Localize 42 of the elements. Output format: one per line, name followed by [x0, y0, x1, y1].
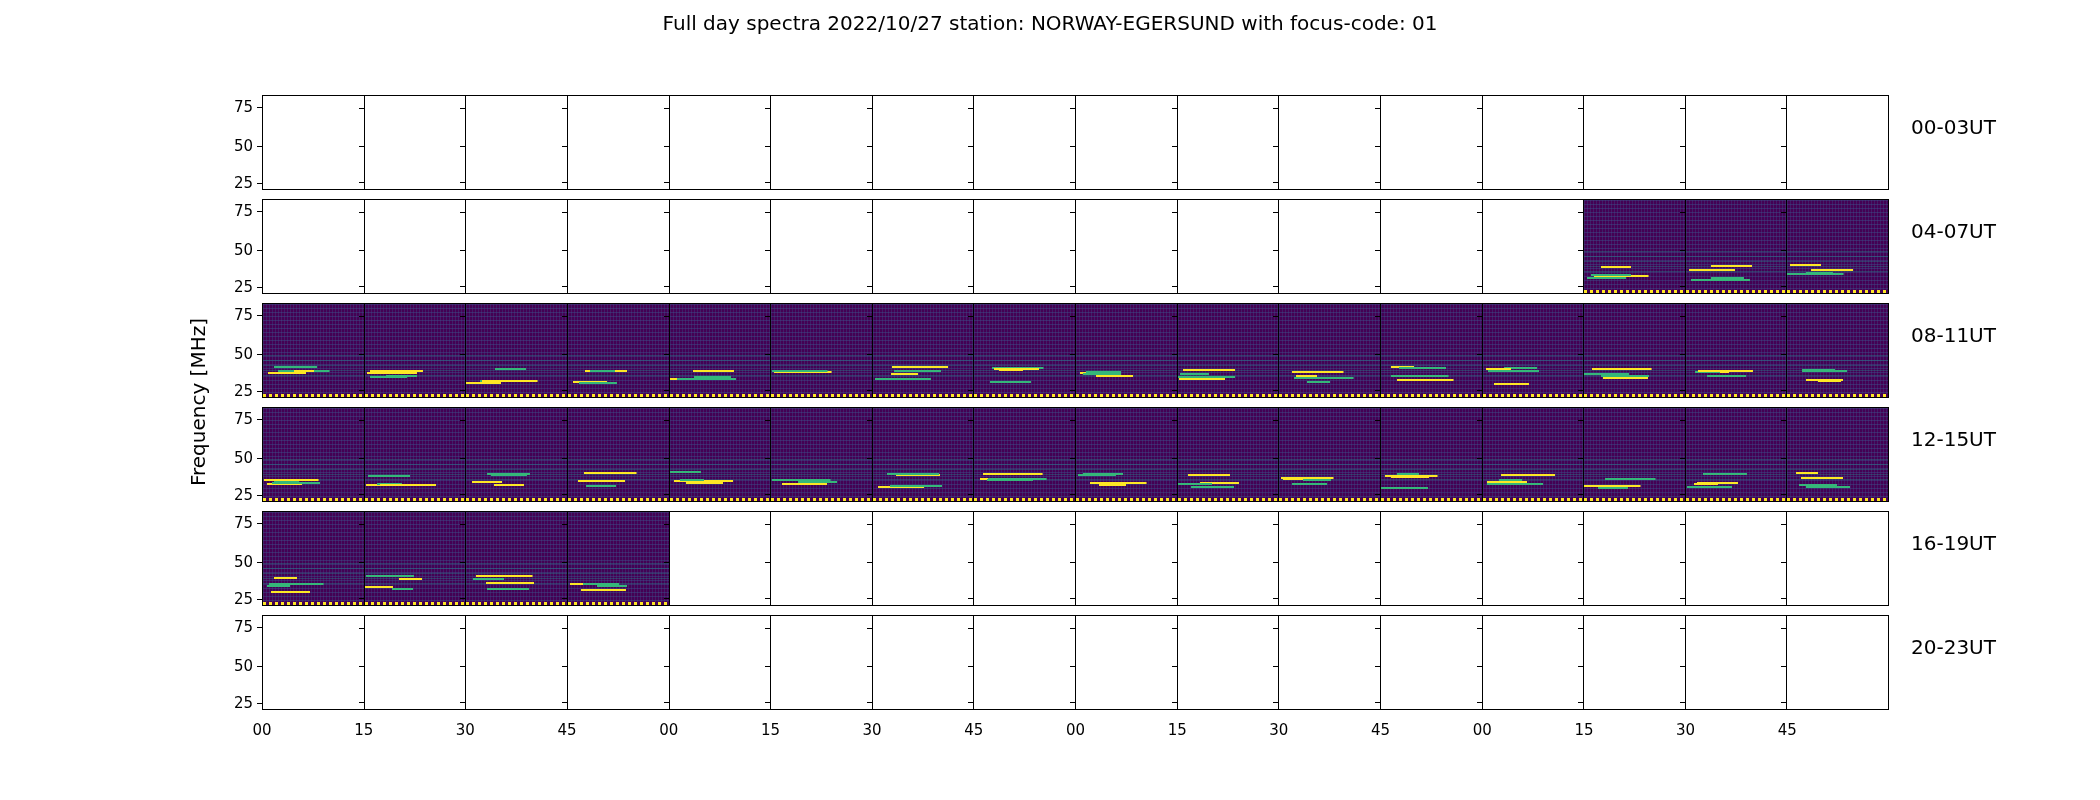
time-range-label: 16-19UT: [1911, 531, 1996, 555]
time-range-label: 12-15UT: [1911, 427, 1996, 451]
axis-tick-label: 75: [233, 618, 253, 637]
axis-tick-label: 45: [1777, 721, 1797, 739]
axis-tick-label: 25: [233, 694, 253, 713]
axis-tick-label: 45: [964, 721, 984, 739]
axis-tick-label: 25: [233, 590, 253, 609]
axis-tick-label: 00: [659, 721, 679, 739]
axis-tick-label: 75: [233, 98, 253, 117]
axis-tick-label: 30: [1269, 721, 1289, 739]
axis-tick-label: 15: [1167, 721, 1187, 739]
axis-tick-label: 25: [233, 382, 253, 401]
y-axis-label: Frequency [MHz]: [186, 318, 210, 487]
time-range-label: 20-23UT: [1911, 635, 1996, 659]
axis-tick-label: 00: [1472, 721, 1492, 739]
axis-tick-label: 25: [233, 278, 253, 297]
axis-tick-label: 50: [233, 552, 253, 571]
axis-tick-label: 30: [862, 721, 882, 739]
axis-tick-label: 45: [1371, 721, 1391, 739]
axis-tick-label: 75: [233, 202, 253, 221]
axis-tick-label: 45: [557, 721, 577, 739]
axis-tick-label: 75: [233, 410, 253, 429]
axis-tick-label: 50: [233, 240, 253, 259]
axis-tick-label: 25: [233, 174, 253, 193]
axis-tick-label: 50: [233, 136, 253, 155]
axis-tick-label: 15: [760, 721, 780, 739]
figure-title: Full day spectra 2022/10/27 station: NORWAY-EGERSUND with focus-code: 01: [662, 11, 1438, 35]
axis-tick-label: 75: [233, 306, 253, 325]
axis-tick-label: 15: [1574, 721, 1594, 739]
axis-tick-label: 50: [233, 344, 253, 363]
axis-tick-label: 25: [233, 486, 253, 505]
axis-tick-label: 30: [1676, 721, 1696, 739]
axis-tick-label: 30: [455, 721, 475, 739]
time-range-label: 04-07UT: [1911, 219, 1996, 243]
time-range-label: 00-03UT: [1911, 115, 1996, 139]
axis-tick-label: 50: [233, 448, 253, 467]
axis-tick-label: 00: [252, 721, 272, 739]
axis-tick-label: 15: [354, 721, 374, 739]
axis-tick-label: 50: [233, 656, 253, 675]
axis-tick-label: 00: [1065, 721, 1086, 739]
axis-tick-label: 75: [233, 514, 253, 533]
time-range-label: 08-11UT: [1911, 323, 1996, 347]
